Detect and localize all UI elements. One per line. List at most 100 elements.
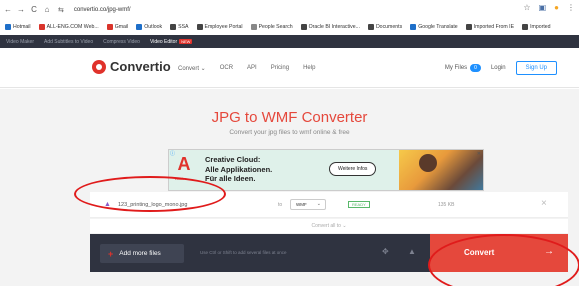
to-label: to	[278, 202, 283, 208]
bookmark-item[interactable]: Imported From IE	[465, 24, 514, 30]
bookmark-label: SSA	[178, 24, 189, 30]
google-drive-icon[interactable]: ▲	[408, 247, 416, 256]
arrow-right-icon: →	[544, 246, 554, 257]
bookmark-favicon-icon	[465, 24, 472, 30]
nav-ocr[interactable]: OCR	[220, 65, 233, 72]
bookmark-label: Oracle BI Interactive...	[308, 24, 360, 30]
bookmark-item[interactable]: Employee Portal	[196, 24, 243, 30]
bookmark-item[interactable]: ALL-ENG.COM Web...	[38, 24, 99, 30]
my-files-count: 0	[470, 64, 481, 72]
nav-convert[interactable]: Convert ⌄	[178, 65, 206, 72]
browser-menu-icon[interactable]: ⋮	[567, 3, 575, 12]
bookmark-favicon-icon	[410, 24, 417, 30]
converter-section: JPG to WMF Converter Convert your jpg fi…	[0, 89, 579, 286]
logo-text: Convertio	[110, 59, 171, 74]
bookmarks-bar: Hotmail ALL-ENG.COM Web... Gmail Outlook SSA…	[0, 19, 579, 35]
bookmark-label: Outlook	[144, 24, 163, 30]
file-size: 135 KB	[438, 202, 455, 208]
add-files-label: Add more files	[119, 250, 161, 257]
site-info-icon[interactable]: ⇆	[58, 6, 64, 14]
forward-icon[interactable]: →	[16, 5, 26, 14]
bookmark-favicon-icon	[5, 24, 11, 30]
new-badge: NEW	[179, 38, 193, 44]
ad-line-1: Creative Cloud:	[205, 155, 261, 164]
ad-more-info-button[interactable]: Weitere Infos	[329, 162, 377, 176]
home-icon[interactable]: ⌂	[42, 5, 52, 14]
add-more-files-button[interactable]: + Add more files	[100, 244, 184, 263]
multi-select-hint: Use Ctrl or Shift to add several files a…	[200, 250, 287, 255]
video-editor-label: Video Editor	[149, 38, 178, 45]
page-title: JPG to WMF Converter	[211, 109, 368, 126]
ad-line-2: Alle Applikationen.	[205, 164, 273, 174]
convertio-logo[interactable]: Convertio	[92, 59, 171, 74]
ad-person-image	[419, 154, 437, 172]
ad-brand: Adobe	[175, 176, 187, 181]
ad-line-3: Für alle Ideen.	[205, 174, 256, 183]
add-subtitles-link[interactable]: Add Subtitles to Video	[44, 39, 93, 45]
bookmark-label: Documents	[375, 24, 403, 30]
format-value: WMF	[296, 202, 307, 207]
status-badge: READY	[348, 201, 370, 208]
action-bar: + Add more files Use Ctrl or Shift to ad…	[90, 234, 568, 272]
plus-icon: +	[108, 248, 114, 259]
video-editor-link[interactable]: Video Editor NEW	[149, 38, 193, 45]
bookmark-label: Google Translate	[418, 24, 458, 30]
bookmark-item[interactable]: Outlook	[136, 24, 162, 30]
bookmark-favicon-icon	[367, 24, 374, 30]
my-files-label: My Files	[444, 65, 468, 71]
convert-all-dropdown[interactable]: Convert all to ⌄	[90, 219, 568, 233]
bookmark-item[interactable]: SSA	[170, 24, 189, 30]
video-tools-strip: Video Maker Add Subtitles to Video Compr…	[0, 35, 579, 48]
bookmark-label: ALL-ENG.COM Web...	[46, 24, 99, 30]
convert-button[interactable]: Convert →	[430, 234, 568, 272]
chevron-down-icon: ⌄	[316, 201, 321, 207]
bookmark-item[interactable]: Gmail	[106, 24, 129, 30]
bookmark-label: People Search	[258, 24, 293, 30]
main-nav: Convert ⌄ OCR API Pricing Help	[178, 65, 315, 72]
output-format-select[interactable]: WMF ⌄	[290, 199, 326, 210]
convertio-logo-icon	[92, 59, 106, 74]
back-icon[interactable]: ←	[3, 5, 13, 14]
browser-actions: ☆ ▣ ● ⋮	[523, 3, 575, 12]
bookmark-item[interactable]: Google Translate	[410, 24, 458, 30]
nav-help[interactable]: Help	[303, 65, 315, 72]
bookmark-item[interactable]: Oracle BI Interactive...	[300, 24, 360, 30]
profile-icon[interactable]: ●	[554, 3, 559, 12]
extension-icon[interactable]: ▣	[539, 3, 547, 12]
bookmark-item[interactable]: Hotmail	[5, 24, 31, 30]
remove-file-button[interactable]: ×	[541, 198, 547, 209]
bookmark-star-icon[interactable]: ☆	[523, 3, 530, 12]
bookmark-item[interactable]: Documents	[367, 24, 403, 30]
ad-image	[399, 150, 483, 190]
bookmark-favicon-icon	[250, 24, 257, 30]
file-list-item: ▲ 123_printing_logo_mono.jpg to WMF ⌄ REA…	[90, 192, 568, 218]
ad-headline: Creative Cloud: Alle Applikationen. Für …	[205, 155, 272, 184]
bookmark-favicon-icon	[300, 24, 307, 30]
bookmark-label: Gmail	[114, 24, 129, 30]
image-file-icon: ▲	[104, 201, 111, 208]
login-link[interactable]: Login	[491, 65, 506, 71]
address-bar[interactable]: convertio.co/jpg-wmf/	[74, 7, 131, 13]
bookmark-favicon-icon	[136, 24, 143, 30]
reload-icon[interactable]: C	[29, 5, 39, 14]
file-name: 123_printing_logo_mono.jpg	[118, 202, 188, 208]
bookmark-favicon-icon	[196, 24, 203, 30]
ad-banner[interactable]: ⓘ A Adobe Creative Cloud: Alle Applikati…	[168, 149, 484, 191]
signup-button[interactable]: Sign Up	[515, 61, 557, 75]
bookmark-favicon-icon	[106, 24, 113, 30]
bookmark-label: Employee Portal	[204, 24, 243, 30]
dropbox-icon[interactable]: ✥	[382, 247, 389, 256]
nav-api[interactable]: API	[247, 65, 257, 72]
nav-pricing[interactable]: Pricing	[271, 65, 289, 72]
compress-video-link[interactable]: Compress Video	[103, 39, 140, 45]
browser-toolbar: ← → C ⌂ ⇆ convertio.co/jpg-wmf/ ☆ ▣ ● ⋮	[0, 0, 579, 19]
convert-label: Convert	[464, 248, 495, 257]
bookmark-item[interactable]: Imported	[522, 24, 551, 30]
bookmark-favicon-icon	[522, 24, 529, 30]
video-maker-link[interactable]: Video Maker	[6, 39, 34, 45]
bookmark-favicon-icon	[38, 24, 45, 30]
my-files-link[interactable]: My Files 0	[444, 64, 481, 72]
bookmark-item[interactable]: People Search	[250, 24, 293, 30]
ad-close-icon[interactable]: ✕	[477, 151, 481, 157]
bookmark-label: Hotmail	[13, 24, 31, 30]
